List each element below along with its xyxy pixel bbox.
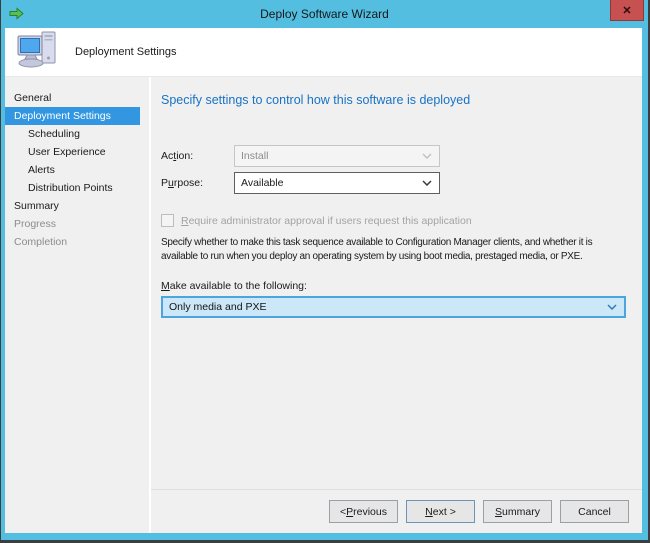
action-combobox: Install <box>234 145 440 167</box>
sidebar-item-user-experience[interactable]: User Experience <box>5 143 140 161</box>
next-button[interactable]: Next > <box>406 500 475 523</box>
main-panel: Specify settings to control how this sof… <box>151 77 642 533</box>
action-combobox-value: Install <box>241 150 268 162</box>
sidebar-item-summary[interactable]: Summary <box>5 197 140 215</box>
make-available-combobox[interactable]: Only media and PXE <box>161 296 626 318</box>
purpose-label: Purpose: <box>161 177 234 189</box>
wizard-header: Deployment Settings <box>5 28 642 77</box>
description-text: Specify whether to make this task sequen… <box>161 236 626 264</box>
sidebar-item-scheduling[interactable]: Scheduling <box>5 125 140 143</box>
deploy-software-wizard-window: Deploy Software Wizard ✕ Deployment S <box>0 0 650 543</box>
approval-checkbox-label: Require administrator approval if users … <box>181 215 472 227</box>
approval-checkbox <box>161 214 174 227</box>
computer-icon <box>15 30 61 75</box>
titlebar[interactable]: Deploy Software Wizard ✕ <box>1 0 648 28</box>
previous-button[interactable]: < Previous <box>329 500 398 523</box>
body: General Deployment Settings Scheduling U… <box>5 77 642 533</box>
cancel-button[interactable]: Cancel <box>560 500 629 523</box>
page-content: Specify settings to control how this sof… <box>151 77 642 489</box>
sidebar-item-completion: Completion <box>5 233 140 251</box>
approval-row: Require administrator approval if users … <box>161 214 626 227</box>
header-title: Deployment Settings <box>75 46 177 58</box>
purpose-combobox-value: Available <box>241 177 283 189</box>
wizard-footer: < Previous Next > Summary Cancel <box>151 489 642 533</box>
purpose-row: Purpose: Available <box>161 172 626 194</box>
wizard-nav-sidebar: General Deployment Settings Scheduling U… <box>5 77 151 533</box>
sidebar-item-distribution-points[interactable]: Distribution Points <box>5 179 140 197</box>
chevron-down-icon <box>607 301 617 313</box>
action-label: Action: <box>161 150 234 162</box>
summary-button[interactable]: Summary <box>483 500 552 523</box>
chevron-down-icon <box>422 177 432 189</box>
window-title: Deploy Software Wizard <box>1 7 648 21</box>
sidebar-item-alerts[interactable]: Alerts <box>5 161 140 179</box>
purpose-combobox[interactable]: Available <box>234 172 440 194</box>
make-available-label: Make available to the following: <box>161 280 626 292</box>
deployment-settings-form: Action: Install Purpose: Avai <box>161 145 626 194</box>
close-button[interactable]: ✕ <box>610 0 644 21</box>
page-heading: Specify settings to control how this sof… <box>161 93 626 107</box>
chevron-down-icon <box>422 150 432 162</box>
sidebar-item-general[interactable]: General <box>5 89 140 107</box>
close-icon: ✕ <box>622 4 631 17</box>
client-area: Deployment Settings General Deployment S… <box>5 28 642 533</box>
action-row: Action: Install <box>161 145 626 167</box>
sidebar-item-progress: Progress <box>5 215 140 233</box>
make-available-combobox-value: Only media and PXE <box>169 301 266 313</box>
sidebar-item-deployment-settings[interactable]: Deployment Settings <box>5 107 140 125</box>
